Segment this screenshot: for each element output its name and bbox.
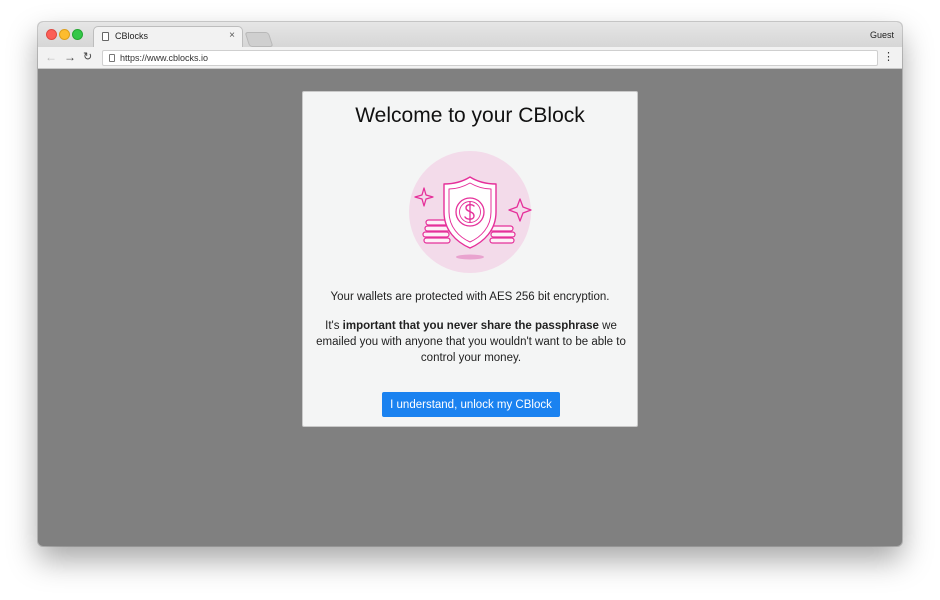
maximize-window-button[interactable] xyxy=(72,29,83,40)
tab-title: CBlocks xyxy=(115,31,149,41)
page-info-icon[interactable] xyxy=(109,54,115,62)
unlock-button[interactable]: I understand, unlock my CBlock xyxy=(382,392,560,417)
back-arrow-icon[interactable]: ← xyxy=(45,51,57,63)
title-bar: CBlocks × Guest xyxy=(38,22,902,47)
url-text[interactable]: https://www.cblocks.io xyxy=(120,53,208,63)
new-tab-button[interactable] xyxy=(244,32,274,47)
encryption-note: Your wallets are protected with AES 256 … xyxy=(330,291,610,303)
tab-close-icon[interactable]: × xyxy=(229,30,235,41)
page-icon xyxy=(102,32,109,41)
shield-dollar-icon xyxy=(409,151,532,273)
address-bar[interactable]: https://www.cblocks.io xyxy=(102,50,878,66)
browser-menu-icon[interactable]: ⋮ xyxy=(883,51,894,63)
passphrase-warning: It's important that you never share the … xyxy=(313,318,629,366)
browser-toolbar: ← → ↻ https://www.cblocks.io ⋮ xyxy=(38,47,902,69)
profile-label[interactable]: Guest xyxy=(870,30,894,40)
warning-prefix: It's xyxy=(325,320,343,332)
welcome-card: Welcome to your CBlock Your wallets are … xyxy=(302,91,638,427)
forward-arrow-icon[interactable]: → xyxy=(64,51,76,63)
reload-icon[interactable]: ↻ xyxy=(83,51,92,63)
close-window-button[interactable] xyxy=(46,29,57,40)
browser-window: CBlocks × Guest ← → ↻ https://www.cblock… xyxy=(38,22,902,546)
warning-emphasis: important that you never share the passp… xyxy=(342,320,599,332)
minimize-window-button[interactable] xyxy=(59,29,70,40)
browser-tab[interactable]: CBlocks × xyxy=(93,26,243,47)
card-title: Welcome to your CBlock xyxy=(355,104,585,127)
